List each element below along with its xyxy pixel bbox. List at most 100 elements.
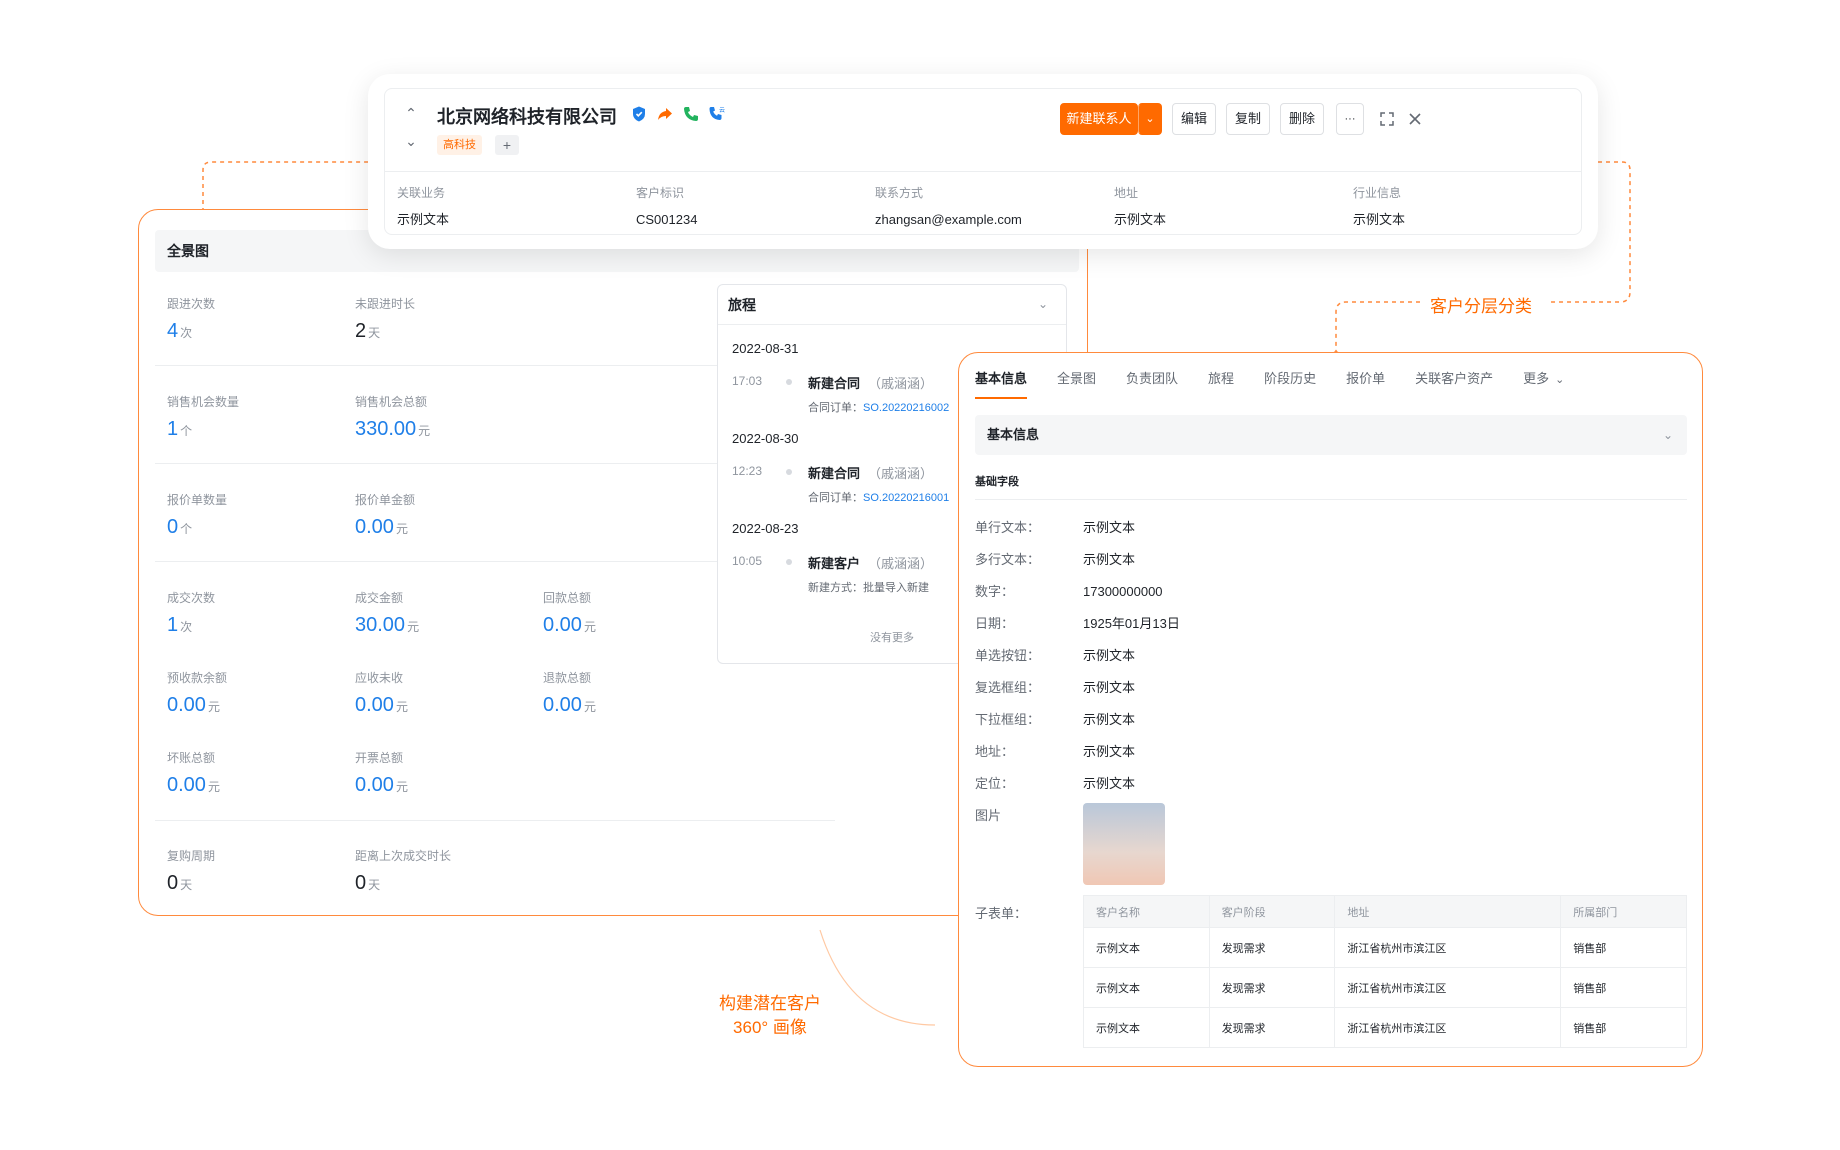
table-row[interactable]: 示例文本 发现需求 浙江省杭州市滨江区 销售部 <box>1083 967 1687 1008</box>
field-row: 下拉框组： 示例文本 <box>975 712 1136 727</box>
tab-stage-history[interactable]: 阶段历史 <box>1264 369 1316 399</box>
journey-date: 2022-08-31 <box>732 341 799 356</box>
timeline-dot-icon <box>786 469 792 475</box>
timeline-dot-icon <box>786 379 792 385</box>
field-row: 日期： 1925年01月13日 <box>975 616 1180 631</box>
chevron-down-icon[interactable]: ⌄ <box>403 133 419 150</box>
image-field-label: 图片 <box>975 808 1002 823</box>
metric-bad-debt: 坏账总额 0.00 元 <box>167 751 220 796</box>
field-contact: 联系方式 zhangsan@example.com <box>875 186 1022 227</box>
journey-time: 17:03 <box>732 374 763 388</box>
field-row: 多行文本： 示例文本 <box>975 552 1136 567</box>
customer-header-card: ⌃ ⌄ 北京网络科技有限公司 云 高科技 + 新建联系人 ⌄ 编辑 复制 删除 … <box>368 74 1598 249</box>
journey-event-detail: 新建方式：批量导入新建 <box>808 582 929 594</box>
metric-deal-amount: 成交金额 30.00 元 <box>355 591 420 636</box>
tab-more[interactable]: 更多 ⌄ <box>1523 369 1564 399</box>
detail-tabs: 基本信息 全景图 负责团队 旅程 阶段历史 报价单 关联客户资产 更多 ⌄ <box>975 369 1594 399</box>
journey-event-detail: 合同订单：SO.20220216001 <box>808 492 950 504</box>
metric-prepay-balance: 预收款余额 0.00 元 <box>167 671 228 716</box>
table-row[interactable]: 示例文本 发现需求 浙江省杭州市滨江区 销售部 <box>1083 927 1687 968</box>
industry-tag: 高科技 <box>437 135 482 155</box>
journey-title: 旅程 <box>718 285 1066 325</box>
subtable-label: 子表单： <box>975 906 1028 921</box>
journey-time: 10:05 <box>732 554 763 568</box>
metric-deal-count: 成交次数 1次 <box>167 591 216 636</box>
header-inner: ⌃ ⌄ 北京网络科技有限公司 云 高科技 + 新建联系人 ⌄ 编辑 复制 删除 … <box>384 88 1582 235</box>
field-row: 单行文本： 示例文本 <box>975 520 1136 535</box>
field-customer-id: 客户标识 CS001234 <box>636 186 698 227</box>
journey-event: 新建合同 （戚涵涵） <box>808 376 934 391</box>
metric-repurchase-cycle: 复购周期 0天 <box>167 849 216 894</box>
journey-time: 12:23 <box>732 464 763 478</box>
field-row: 定位： 示例文本 <box>975 776 1136 791</box>
copy-button[interactable]: 复制 <box>1226 103 1270 135</box>
metric-since-last-deal: 距离上次成交时长 0天 <box>355 849 452 894</box>
tab-quotes[interactable]: 报价单 <box>1346 369 1385 399</box>
divider <box>975 499 1687 500</box>
section-header[interactable]: 基本信息 ⌄ <box>975 415 1687 455</box>
callout-customer-layering: 客户分层分类 <box>1424 292 1538 317</box>
chevron-down-icon[interactable]: ⌄ <box>1038 297 1052 311</box>
new-contact-button[interactable]: 新建联系人 <box>1060 103 1138 135</box>
tab-journey[interactable]: 旅程 <box>1208 369 1234 399</box>
divider <box>155 820 835 821</box>
field-row: 单选按钮： 示例文本 <box>975 648 1136 663</box>
tab-panorama[interactable]: 全景图 <box>1057 369 1096 399</box>
contract-link[interactable]: SO.20220216001 <box>863 492 949 504</box>
svg-text:云: 云 <box>719 107 725 114</box>
chevron-down-icon: ⌄ <box>1555 374 1565 386</box>
new-contact-dropdown[interactable]: ⌄ <box>1138 103 1162 135</box>
metric-quote-amount: 报价单金额 0.00 元 <box>355 493 416 538</box>
subsection-title: 基础字段 <box>975 476 1019 488</box>
chevron-down-icon: ⌄ <box>1662 428 1673 442</box>
timeline-dot-icon <box>786 559 792 565</box>
metric-receivable: 应收未收 0.00 元 <box>355 671 408 716</box>
field-address: 地址 示例文本 <box>1114 186 1167 227</box>
journey-date: 2022-08-30 <box>732 431 799 446</box>
field-row: 地址： 示例文本 <box>975 744 1136 759</box>
metric-no-follow-duration: 未跟进时长 2天 <box>355 297 416 342</box>
company-name: 北京网络科技有限公司 <box>437 107 617 127</box>
journey-event-detail: 合同订单：SO.20220216002 <box>808 402 950 414</box>
panorama-panel: 全景图 跟进次数 4次 未跟进时长 2天 销售机会数量 1个 销售机会总额 33… <box>138 209 1088 916</box>
divider <box>385 171 1581 172</box>
add-tag-button[interactable]: + <box>495 135 519 155</box>
shield-icon <box>633 106 645 122</box>
table-row[interactable]: 示例文本 发现需求 浙江省杭州市滨江区 销售部 <box>1083 1007 1687 1048</box>
tab-customer-assets[interactable]: 关联客户资产 <box>1415 369 1493 399</box>
more-button[interactable]: ··· <box>1336 103 1364 135</box>
cloud-call-icon[interactable]: 云 <box>708 105 726 123</box>
tab-team[interactable]: 负责团队 <box>1126 369 1178 399</box>
callout-customer-portrait: 构建潜在客户 360° 画像 <box>719 994 821 1037</box>
edit-button[interactable]: 编辑 <box>1172 103 1216 135</box>
column-header: 客户阶段 <box>1208 895 1336 928</box>
column-header: 地址 <box>1334 895 1562 928</box>
column-header: 客户名称 <box>1083 895 1210 928</box>
delete-button[interactable]: 删除 <box>1280 103 1324 135</box>
metric-refund-total: 退款总额 0.00 元 <box>543 671 596 716</box>
metric-follow-count: 跟进次数 4次 <box>167 297 216 342</box>
journey-event: 新建客户 （戚涵涵） <box>808 556 934 571</box>
field-industry: 行业信息 示例文本 <box>1353 186 1406 227</box>
metric-invoice-total: 开票总额 0.00 元 <box>355 751 408 796</box>
chevron-up-icon[interactable]: ⌃ <box>403 105 419 122</box>
metric-opp-count: 销售机会数量 1个 <box>167 395 240 440</box>
metric-payback-total: 回款总额 0.00 元 <box>543 591 596 636</box>
chevron-down-icon: ⌄ <box>1145 113 1155 125</box>
close-icon[interactable] <box>1407 111 1423 127</box>
field-row: 数字： 17300000000 <box>975 584 1163 599</box>
field-related-business: 关联业务 示例文本 <box>397 186 450 227</box>
contract-link[interactable]: SO.20220216002 <box>863 402 949 414</box>
share-icon[interactable] <box>656 105 674 123</box>
fullscreen-icon[interactable] <box>1379 111 1395 127</box>
field-row: 复选框组： 示例文本 <box>975 680 1136 695</box>
journey-event: 新建合同 （戚涵涵） <box>808 466 934 481</box>
metric-quote-count: 报价单数量 0个 <box>167 493 228 538</box>
phone-icon[interactable] <box>682 105 700 123</box>
image-thumbnail[interactable] <box>1083 803 1165 885</box>
column-header: 所属部门 <box>1560 895 1687 928</box>
tab-basic-info[interactable]: 基本信息 <box>975 369 1028 399</box>
subtable: 客户名称 客户阶段 地址 所属部门 示例文本 发现需求 浙江省杭州市滨江区 销售… <box>1083 895 1687 1048</box>
metric-opp-amount: 销售机会总额 330.00 元 <box>355 395 431 440</box>
detail-panel: 基本信息 全景图 负责团队 旅程 阶段历史 报价单 关联客户资产 更多 ⌄ 基本信… <box>958 352 1703 1067</box>
